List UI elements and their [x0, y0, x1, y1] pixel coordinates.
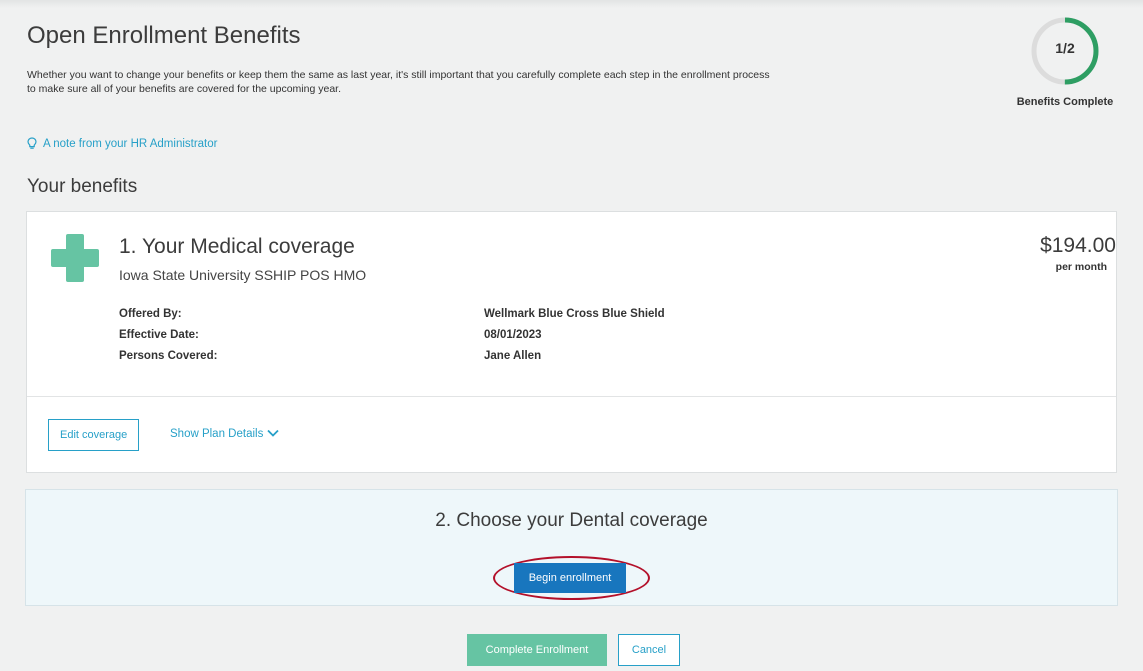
intro-line-1: Whether you want to change your benefits… — [27, 69, 770, 81]
medical-coverage-card: 1. Your Medical coverage Iowa State Univ… — [26, 211, 1117, 473]
detail-value: Jane Allen — [484, 350, 542, 362]
dental-title: 2. Choose your Dental coverage — [435, 510, 708, 531]
top-shadow — [0, 0, 1143, 8]
intro-line-2: to make sure all of your benefits are co… — [27, 83, 342, 95]
detail-label: Effective Date: — [119, 329, 199, 341]
lightbulb-icon — [27, 137, 37, 150]
hr-note-link[interactable]: A note from your HR Administrator — [27, 137, 217, 150]
show-plan-details-label: Show Plan Details — [170, 428, 264, 440]
cancel-button[interactable]: Cancel — [618, 634, 680, 666]
coverage-details: Offered By: Wellmark Blue Cross Blue Shi… — [119, 308, 919, 371]
detail-label: Persons Covered: — [119, 350, 218, 362]
complete-enrollment-button[interactable]: Complete Enrollment — [467, 634, 607, 666]
hr-note-label: A note from your HR Administrator — [43, 137, 218, 150]
intro-text: Whether you want to change your benefits… — [27, 68, 987, 96]
show-plan-details-link[interactable]: Show Plan Details — [170, 428, 279, 440]
dental-coverage-panel: 2. Choose your Dental coverage Begin enr… — [25, 489, 1118, 606]
chevron-down-icon — [267, 428, 279, 440]
plan-name: Iowa State University SSHIP POS HMO — [119, 267, 367, 283]
page-title: Open Enrollment Benefits — [27, 22, 301, 49]
price-unit: per month — [1055, 261, 1107, 273]
detail-row-persons-covered: Persons Covered: Jane Allen — [119, 350, 919, 371]
detail-label: Offered By: — [119, 308, 182, 320]
price-amount: $194.00 — [1040, 234, 1116, 257]
progress-label: Benefits Complete — [1016, 96, 1114, 108]
medical-title: 1. Your Medical coverage — [119, 235, 355, 258]
detail-row-offered-by: Offered By: Wellmark Blue Cross Blue Shi… — [119, 308, 919, 329]
price-box: $194.00 per month — [946, 234, 1116, 273]
detail-row-effective-date: Effective Date: 08/01/2023 — [119, 329, 919, 350]
enrollment-page: Open Enrollment Benefits Whether you wan… — [0, 0, 1143, 671]
medical-cross-icon — [51, 234, 99, 282]
begin-enrollment-button[interactable]: Begin enrollment — [514, 563, 626, 593]
edit-coverage-button[interactable]: Edit coverage — [48, 419, 140, 451]
section-title: Your benefits — [27, 176, 138, 197]
card-divider — [27, 396, 1116, 397]
progress-fraction: 1/2 — [1055, 40, 1075, 56]
detail-value: 08/01/2023 — [484, 329, 542, 341]
detail-value: Wellmark Blue Cross Blue Shield — [484, 308, 665, 320]
